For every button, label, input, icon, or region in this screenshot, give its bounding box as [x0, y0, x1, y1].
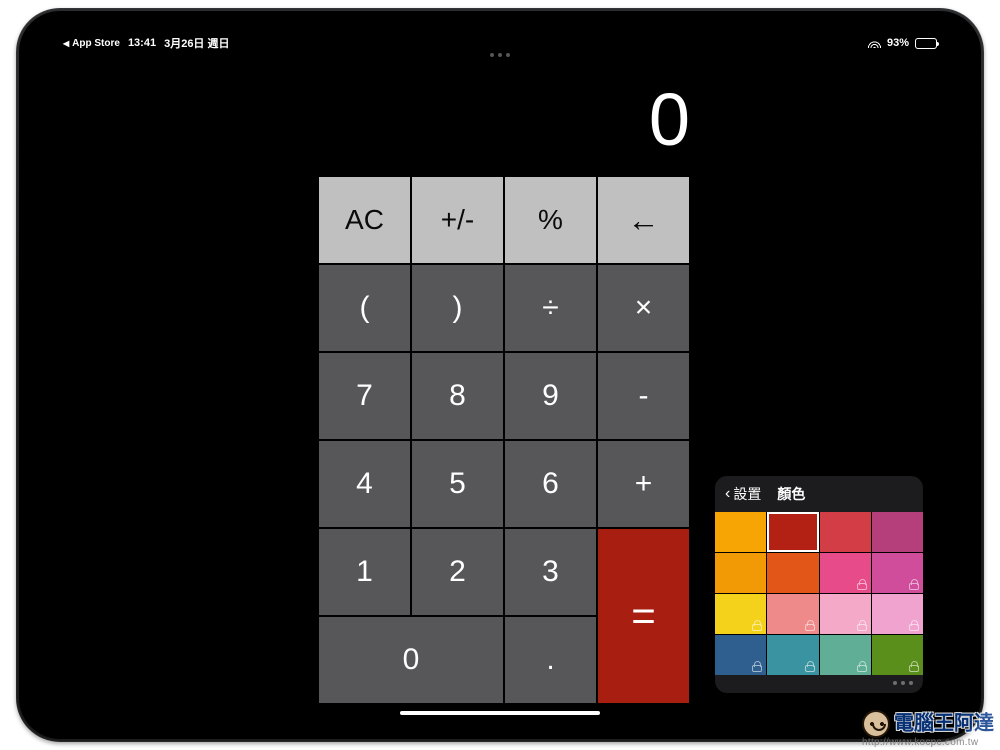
multiply-button[interactable]: × [598, 265, 689, 351]
digit-9-button[interactable]: 9 [505, 353, 596, 439]
ac-button[interactable]: AC [319, 177, 410, 263]
plus-minus-button[interactable]: +/- [412, 177, 503, 263]
backspace-button[interactable]: ← [598, 177, 689, 263]
minus-button[interactable]: - [598, 353, 689, 439]
lock-icon [857, 621, 867, 631]
color-swatch [872, 635, 923, 675]
color-swatch [820, 635, 871, 675]
calculator-keypad: AC +/- % ← ( ) ÷ × 7 8 9 - 4 5 6 + 1 2 3… [319, 177, 689, 703]
color-swatch[interactable] [767, 553, 818, 593]
lock-icon [909, 621, 919, 631]
decimal-button[interactable]: . [505, 617, 596, 703]
color-swatch[interactable] [767, 512, 818, 552]
divide-button[interactable]: ÷ [505, 265, 596, 351]
color-swatch [767, 635, 818, 675]
color-swatch[interactable] [715, 553, 766, 593]
color-swatch[interactable] [715, 512, 766, 552]
lparen-button[interactable]: ( [319, 265, 410, 351]
digit-3-button[interactable]: 3 [505, 529, 596, 615]
calculator-display: 0 [649, 77, 691, 162]
digit-4-button[interactable]: 4 [319, 441, 410, 527]
popover-back-button[interactable]: ‹ 設置 [725, 484, 761, 504]
color-swatch [715, 635, 766, 675]
equals-button[interactable]: = [598, 529, 689, 703]
home-indicator[interactable] [400, 711, 600, 715]
digit-0-button[interactable]: 0 [319, 617, 503, 703]
popover-back-label: 設置 [733, 484, 761, 504]
mascot-face-icon [862, 710, 890, 738]
digit-2-button[interactable]: 2 [412, 529, 503, 615]
percent-button[interactable]: % [505, 177, 596, 263]
digit-6-button[interactable]: 6 [505, 441, 596, 527]
battery-icon [915, 38, 937, 49]
plus-button[interactable]: + [598, 441, 689, 527]
screen: App Store 13:41 3月26日 週日 93% 0 AC +/- [49, 29, 951, 721]
color-swatch [820, 594, 871, 634]
ipad-bezel: App Store 13:41 3月26日 週日 93% 0 AC +/- [19, 11, 981, 739]
digit-1-button[interactable]: 1 [319, 529, 410, 615]
status-date: 3月26日 週日 [164, 35, 229, 51]
popover-title: 顏色 [777, 484, 805, 504]
battery-percent: 93% [887, 37, 909, 49]
color-popover: ‹ 設置 顏色 [715, 476, 923, 693]
lock-icon [752, 662, 762, 672]
lock-icon [857, 662, 867, 672]
lock-icon [752, 621, 762, 631]
ipad-frame: App Store 13:41 3月26日 週日 93% 0 AC +/- [16, 8, 984, 742]
lock-icon [909, 580, 919, 590]
lock-icon [805, 621, 815, 631]
status-time: 13:41 [128, 37, 156, 49]
status-bar: App Store 13:41 3月26日 週日 93% [63, 35, 937, 51]
multitask-dots-icon[interactable] [490, 53, 510, 57]
lock-icon [909, 662, 919, 672]
rparen-button[interactable]: ) [412, 265, 503, 351]
digit-8-button[interactable]: 8 [412, 353, 503, 439]
color-swatch [820, 553, 871, 593]
popover-more-icon[interactable] [893, 681, 913, 685]
lock-icon [857, 580, 867, 590]
color-swatch[interactable] [820, 512, 871, 552]
digit-7-button[interactable]: 7 [319, 353, 410, 439]
color-swatch [872, 594, 923, 634]
chevron-left-icon: ‹ [725, 486, 730, 502]
color-swatch-grid [715, 512, 923, 675]
source-watermark: 電腦王阿達 http://www.kocpc.com.tw [862, 710, 994, 748]
color-swatch [872, 553, 923, 593]
back-to-app-link[interactable]: App Store [63, 38, 120, 49]
color-swatch [767, 594, 818, 634]
wifi-icon [868, 38, 881, 48]
color-swatch[interactable] [872, 512, 923, 552]
color-swatch [715, 594, 766, 634]
lock-icon [805, 662, 815, 672]
digit-5-button[interactable]: 5 [412, 441, 503, 527]
